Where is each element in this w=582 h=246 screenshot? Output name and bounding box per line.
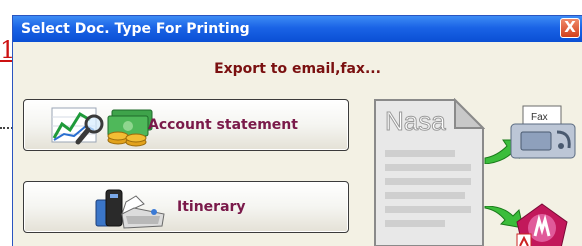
document-icon: Nasa xyxy=(374,98,485,246)
itinerary-icon xyxy=(95,189,165,229)
itinerary-button[interactable]: Itinerary xyxy=(23,181,349,233)
export-link[interactable]: Export to email,fax... xyxy=(13,61,582,77)
dialog-title: Select Doc. Type For Printing xyxy=(21,21,250,37)
select-doc-type-dialog: Select Doc. Type For Printing X Export t… xyxy=(12,15,582,246)
account-statement-label: Account statement xyxy=(148,117,298,133)
account-statement-icon xyxy=(51,107,153,147)
pdf-icon[interactable] xyxy=(515,202,569,246)
fax-label: Fax xyxy=(531,112,548,123)
document-label: Nasa xyxy=(385,106,446,136)
fax-icon[interactable]: Fax xyxy=(505,102,581,166)
close-button[interactable]: X xyxy=(560,18,580,38)
dialog-titlebar[interactable]: Select Doc. Type For Printing xyxy=(13,16,582,42)
account-statement-button[interactable]: Account statement xyxy=(23,99,349,151)
itinerary-label: Itinerary xyxy=(177,199,246,215)
